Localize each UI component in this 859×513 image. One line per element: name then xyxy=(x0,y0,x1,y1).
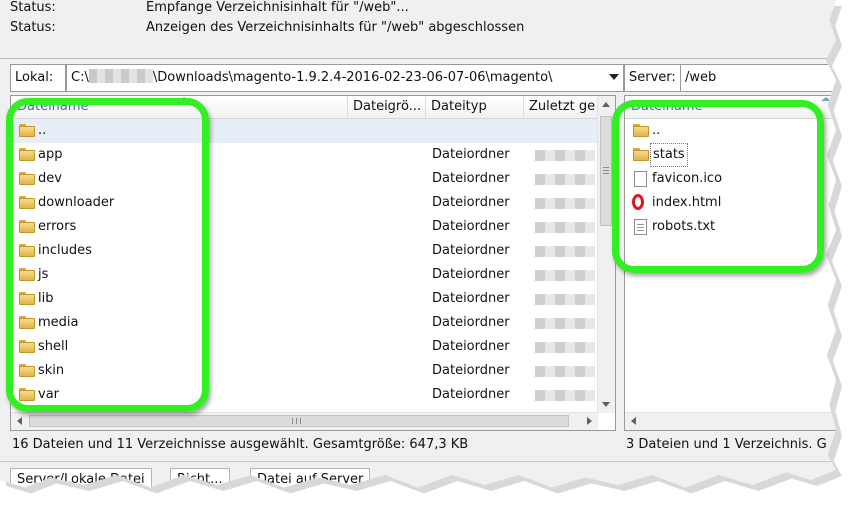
redacted-date xyxy=(535,390,595,401)
remote-path-bar: Server: /web xyxy=(624,64,836,92)
file-type: Dateiordner xyxy=(432,339,510,354)
column-dateigroesse[interactable]: Dateigrö... xyxy=(347,96,426,118)
redacted-date xyxy=(535,174,595,185)
status-key: Status: xyxy=(10,0,56,15)
redacted-date xyxy=(535,318,595,329)
file-type: Dateiordner xyxy=(432,363,510,378)
status-message: Empfange Verzeichnisinhalt für "/web"... xyxy=(146,0,409,15)
redacted-date xyxy=(535,246,595,257)
redacted-date xyxy=(535,366,595,377)
file-type: Dateiordner xyxy=(432,171,510,186)
scroll-up-icon[interactable] xyxy=(602,102,610,107)
file-type: Dateiordner xyxy=(432,243,510,258)
file-type: Dateiordner xyxy=(432,387,510,402)
status-key: Status: xyxy=(10,20,56,35)
local-label: Lokal: xyxy=(10,64,66,92)
scroll-left-icon[interactable] xyxy=(631,417,636,425)
scrollbar-thumb[interactable] xyxy=(29,415,569,427)
remote-status-text: 3 Dateien und 1 Verzeichnis. G xyxy=(626,437,827,452)
remote-label: Server: xyxy=(624,64,681,92)
local-status-text: 16 Dateien und 11 Verzeichnisse ausgewäh… xyxy=(12,437,469,452)
scroll-left-icon[interactable] xyxy=(17,417,22,425)
status-log: Status: Empfange Verzeichnisinhalt für "… xyxy=(0,0,836,59)
file-type: Dateiordner xyxy=(432,195,510,210)
redacted-date xyxy=(535,270,595,281)
scrollbar-thumb[interactable] xyxy=(600,116,612,226)
file-type: Dateiordner xyxy=(432,315,510,330)
redacted-date xyxy=(535,222,595,233)
file-type: Dateiordner xyxy=(432,219,510,234)
redacted-date xyxy=(535,198,595,209)
local-path-bar: Lokal: C:\ \Downloads\magento-1.9.2.4-201… xyxy=(10,64,624,92)
remote-path-input[interactable]: /web xyxy=(680,64,836,92)
local-path-suffix: \Downloads\magento-1.9.2.4-2016-02-23-06… xyxy=(152,70,553,85)
redacted-date xyxy=(535,150,595,161)
chevron-down-icon[interactable] xyxy=(609,74,619,80)
remote-files-highlight xyxy=(612,100,824,273)
redacted-username xyxy=(88,69,153,83)
file-type: Dateiordner xyxy=(432,291,510,306)
status-message: Anzeigen des Verzeichnisinhalts für "/we… xyxy=(146,20,525,35)
local-horizontal-scrollbar[interactable] xyxy=(11,412,598,430)
redacted-date xyxy=(535,342,595,353)
local-path-prefix: C:\ xyxy=(71,70,89,85)
scroll-right-icon[interactable] xyxy=(587,417,592,425)
remote-horizontal-scrollbar[interactable] xyxy=(625,412,836,430)
scroll-down-icon[interactable] xyxy=(602,402,610,407)
redacted-date xyxy=(535,294,595,305)
column-dateityp[interactable]: Dateityp xyxy=(425,96,524,118)
transfer-queue-header: Server/Lokale Datei Richt... Datei auf S… xyxy=(0,461,836,488)
local-path-input[interactable]: C:\ \Downloads\magento-1.9.2.4-2016-02-23… xyxy=(66,64,624,92)
file-type: Dateiordner xyxy=(432,147,510,162)
file-type: Dateiordner xyxy=(432,267,510,282)
local-files-highlight xyxy=(6,98,209,412)
